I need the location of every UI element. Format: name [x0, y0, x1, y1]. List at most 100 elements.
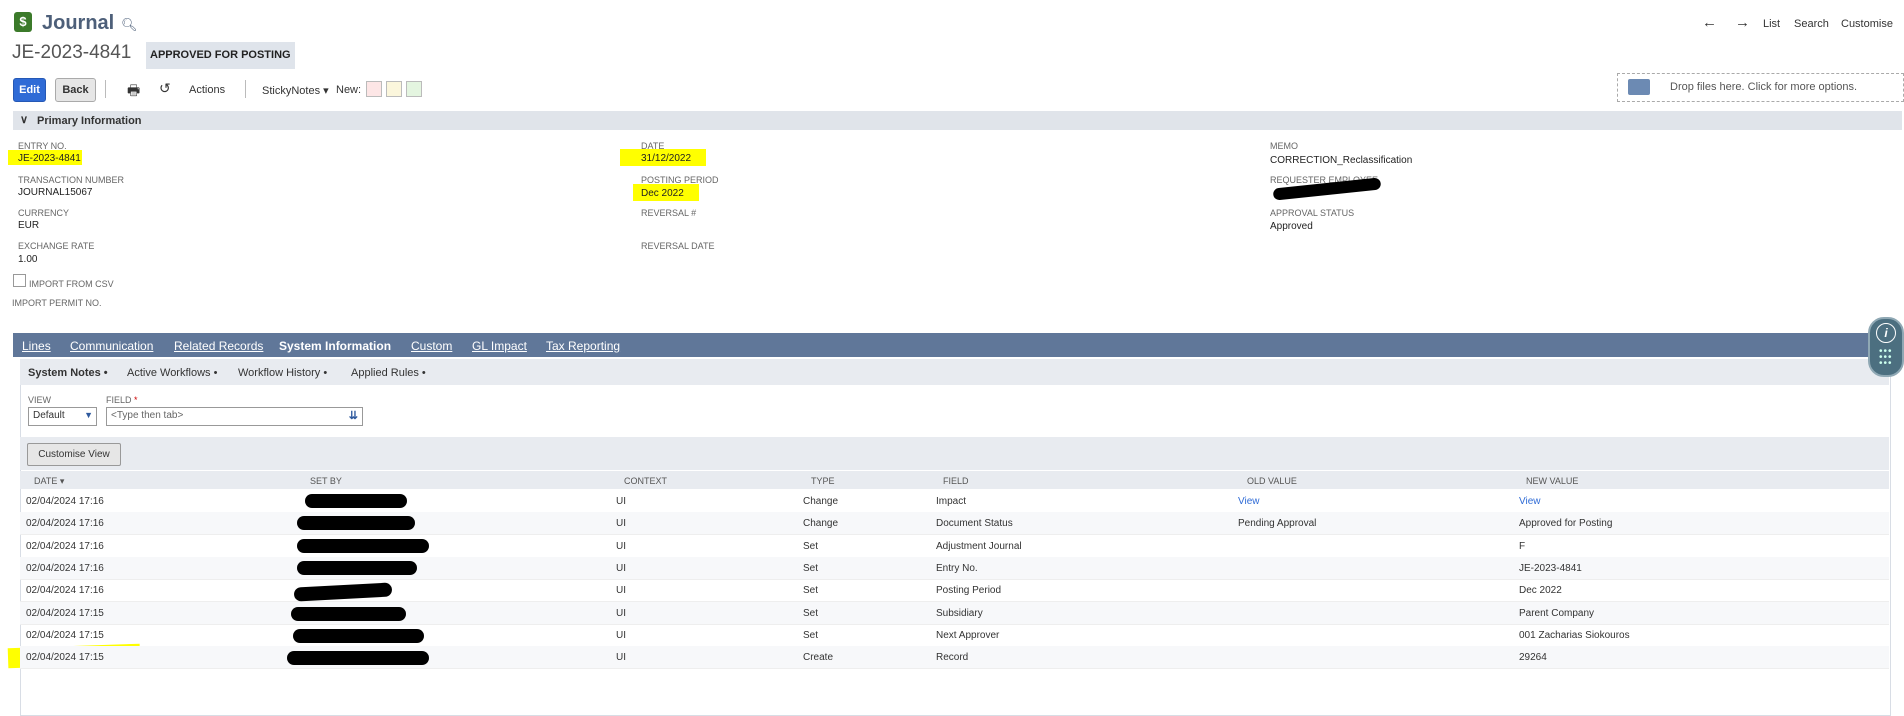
memo-value: CORRECTION_Reclassification [1270, 155, 1413, 166]
new-red-note-button[interactable] [366, 81, 382, 97]
currency-value: EUR [18, 220, 40, 231]
section-title: Primary Information [37, 115, 142, 127]
redaction-mark [305, 494, 407, 508]
chevron-down-icon: ▼ [84, 410, 93, 420]
back-button[interactable]: Back [55, 78, 96, 102]
view-select-value: Default [33, 410, 65, 421]
cell-field: Entry No. [936, 562, 978, 574]
cell-context: UI [616, 652, 626, 664]
cell-field: Impact [936, 496, 967, 507]
cell-type: Set [803, 607, 819, 619]
column-new-value[interactable]: NEW VALUE [1526, 476, 1578, 486]
primary-information-header[interactable]: ∨ Primary Information [13, 111, 1902, 130]
subtab-workflow-history[interactable]: Workflow History • [238, 367, 327, 379]
grid-menu-icon[interactable]: ••• ••• ••• [1879, 347, 1893, 369]
search-link[interactable]: Search [1794, 18, 1829, 30]
record-id: JE-2023-4841 [12, 42, 132, 63]
redaction-mark [287, 651, 429, 665]
posting-period-value: Dec 2022 [641, 188, 684, 199]
search-icon[interactable]: 🔍︎ [121, 17, 138, 33]
customise-view-button[interactable]: Customise View [27, 443, 121, 466]
date-value: 31/12/2022 [641, 153, 692, 164]
transaction-number-label: TRANSACTION NUMBER [18, 175, 125, 185]
edit-button[interactable]: Edit [13, 78, 46, 102]
cell-new-value: Approved for Posting [1519, 518, 1613, 530]
cell-type: Set [803, 540, 819, 552]
cell-date: 02/04/2024 17:15 [26, 629, 104, 641]
journal-app-icon: $ [14, 12, 32, 32]
actions-menu[interactable]: Actions [189, 84, 225, 96]
page-title: Journal [42, 12, 115, 34]
customise-view-strip [20, 437, 1889, 470]
tab-tax-reporting[interactable]: Tax Reporting [546, 339, 620, 353]
view-select[interactable]: Default ▼ [28, 407, 97, 426]
cell-old-value[interactable]: View [1238, 496, 1260, 507]
back-arrow-icon[interactable]: ← [1702, 14, 1717, 31]
tab-system-information[interactable]: System Information [279, 339, 391, 353]
info-icon[interactable]: i [1876, 323, 1896, 343]
tab-related-records[interactable]: Related Records [174, 339, 263, 353]
new-note-label: New: [336, 84, 362, 96]
approval-status-label: APPROVAL STATUS [1270, 208, 1355, 218]
column-field[interactable]: FIELD [943, 476, 969, 486]
sticky-notes-label: StickyNotes [262, 85, 321, 97]
toolbar-divider [245, 80, 246, 98]
cell-context: UI [616, 518, 626, 530]
tab-custom[interactable]: Custom [411, 339, 452, 353]
help-widget[interactable]: i ••• ••• ••• [1868, 317, 1904, 377]
reload-icon[interactable]: ↺ [159, 80, 171, 97]
import-permit-label: IMPORT PERMIT NO. [12, 298, 102, 308]
tab-communication[interactable]: Communication [70, 339, 153, 353]
subtab-bar: System Notes • Active Workflows • Workfl… [20, 359, 1889, 385]
column-set-by[interactable]: SET BY [310, 476, 342, 486]
double-chevron-down-icon: ⇊ [348, 410, 358, 422]
tab-lines[interactable]: Lines [22, 339, 51, 353]
customise-link[interactable]: Customise [1841, 18, 1893, 30]
column-type[interactable]: TYPE [811, 476, 835, 486]
field-filter-input[interactable]: <Type then tab> ⇊ [106, 407, 363, 426]
cell-field: Adjustment Journal [936, 540, 1022, 552]
column-date[interactable]: DATE ▾ [34, 476, 64, 487]
cell-context: UI [616, 607, 626, 619]
currency-label: CURRENCY [18, 208, 70, 218]
file-dropzone[interactable]: Drop files here. Click for more options. [1617, 73, 1904, 102]
exchange-rate-label: EXCHANGE RATE [18, 241, 95, 251]
list-link[interactable]: List [1763, 18, 1780, 30]
cell-type: Set [803, 562, 819, 574]
subtab-active-workflows[interactable]: Active Workflows • [127, 367, 217, 379]
table-header: DATE ▾ SET BY CONTEXT TYPE FIELD OLD VAL… [20, 471, 1889, 489]
cell-date: 02/04/2024 17:15 [26, 652, 104, 664]
cell-old-value: Pending Approval [1238, 518, 1317, 530]
sticky-notes-menu[interactable]: StickyNotes ▾ [262, 84, 329, 97]
cell-context: UI [616, 562, 626, 574]
table-row: 02/04/2024 17:16 UI Change Impact View View [20, 490, 1889, 513]
subtab-applied-rules[interactable]: Applied Rules • [351, 367, 426, 379]
subtab-system-notes[interactable]: System Notes • [28, 367, 108, 379]
cell-field: Posting Period [936, 585, 1002, 597]
chevron-down-icon: ▾ [323, 85, 329, 97]
column-context[interactable]: CONTEXT [624, 476, 667, 486]
cell-field: Document Status [936, 518, 1013, 530]
cell-new-value: F [1519, 540, 1526, 552]
cell-new-value: Dec 2022 [1519, 585, 1562, 597]
redaction-mark [297, 561, 417, 575]
dropzone-text: Drop files here. Click for more options. [1670, 81, 1858, 93]
cell-field: Record [936, 652, 969, 664]
import-csv-checkbox[interactable] [13, 274, 26, 287]
cell-new-value: Parent Company [1519, 607, 1595, 619]
redaction-mark [291, 607, 406, 621]
cell-type: Set [803, 585, 819, 597]
new-yellow-note-button[interactable] [386, 81, 402, 97]
import-csv-label: IMPORT FROM CSV [29, 279, 114, 289]
cell-new-value[interactable]: View [1519, 496, 1541, 507]
field-label-text: FIELD [106, 395, 132, 405]
forward-arrow-icon[interactable]: → [1735, 14, 1750, 31]
column-old-value[interactable]: OLD VALUE [1247, 476, 1297, 486]
new-green-note-button[interactable] [406, 81, 422, 97]
print-icon[interactable]: 🖶︎ [127, 80, 140, 104]
cell-type: Change [803, 518, 839, 530]
redaction-mark [293, 629, 424, 643]
reversal-date-label: REVERSAL DATE [641, 241, 715, 251]
memo-label: MEMO [1270, 141, 1298, 151]
tab-gl-impact[interactable]: GL Impact [472, 339, 527, 353]
